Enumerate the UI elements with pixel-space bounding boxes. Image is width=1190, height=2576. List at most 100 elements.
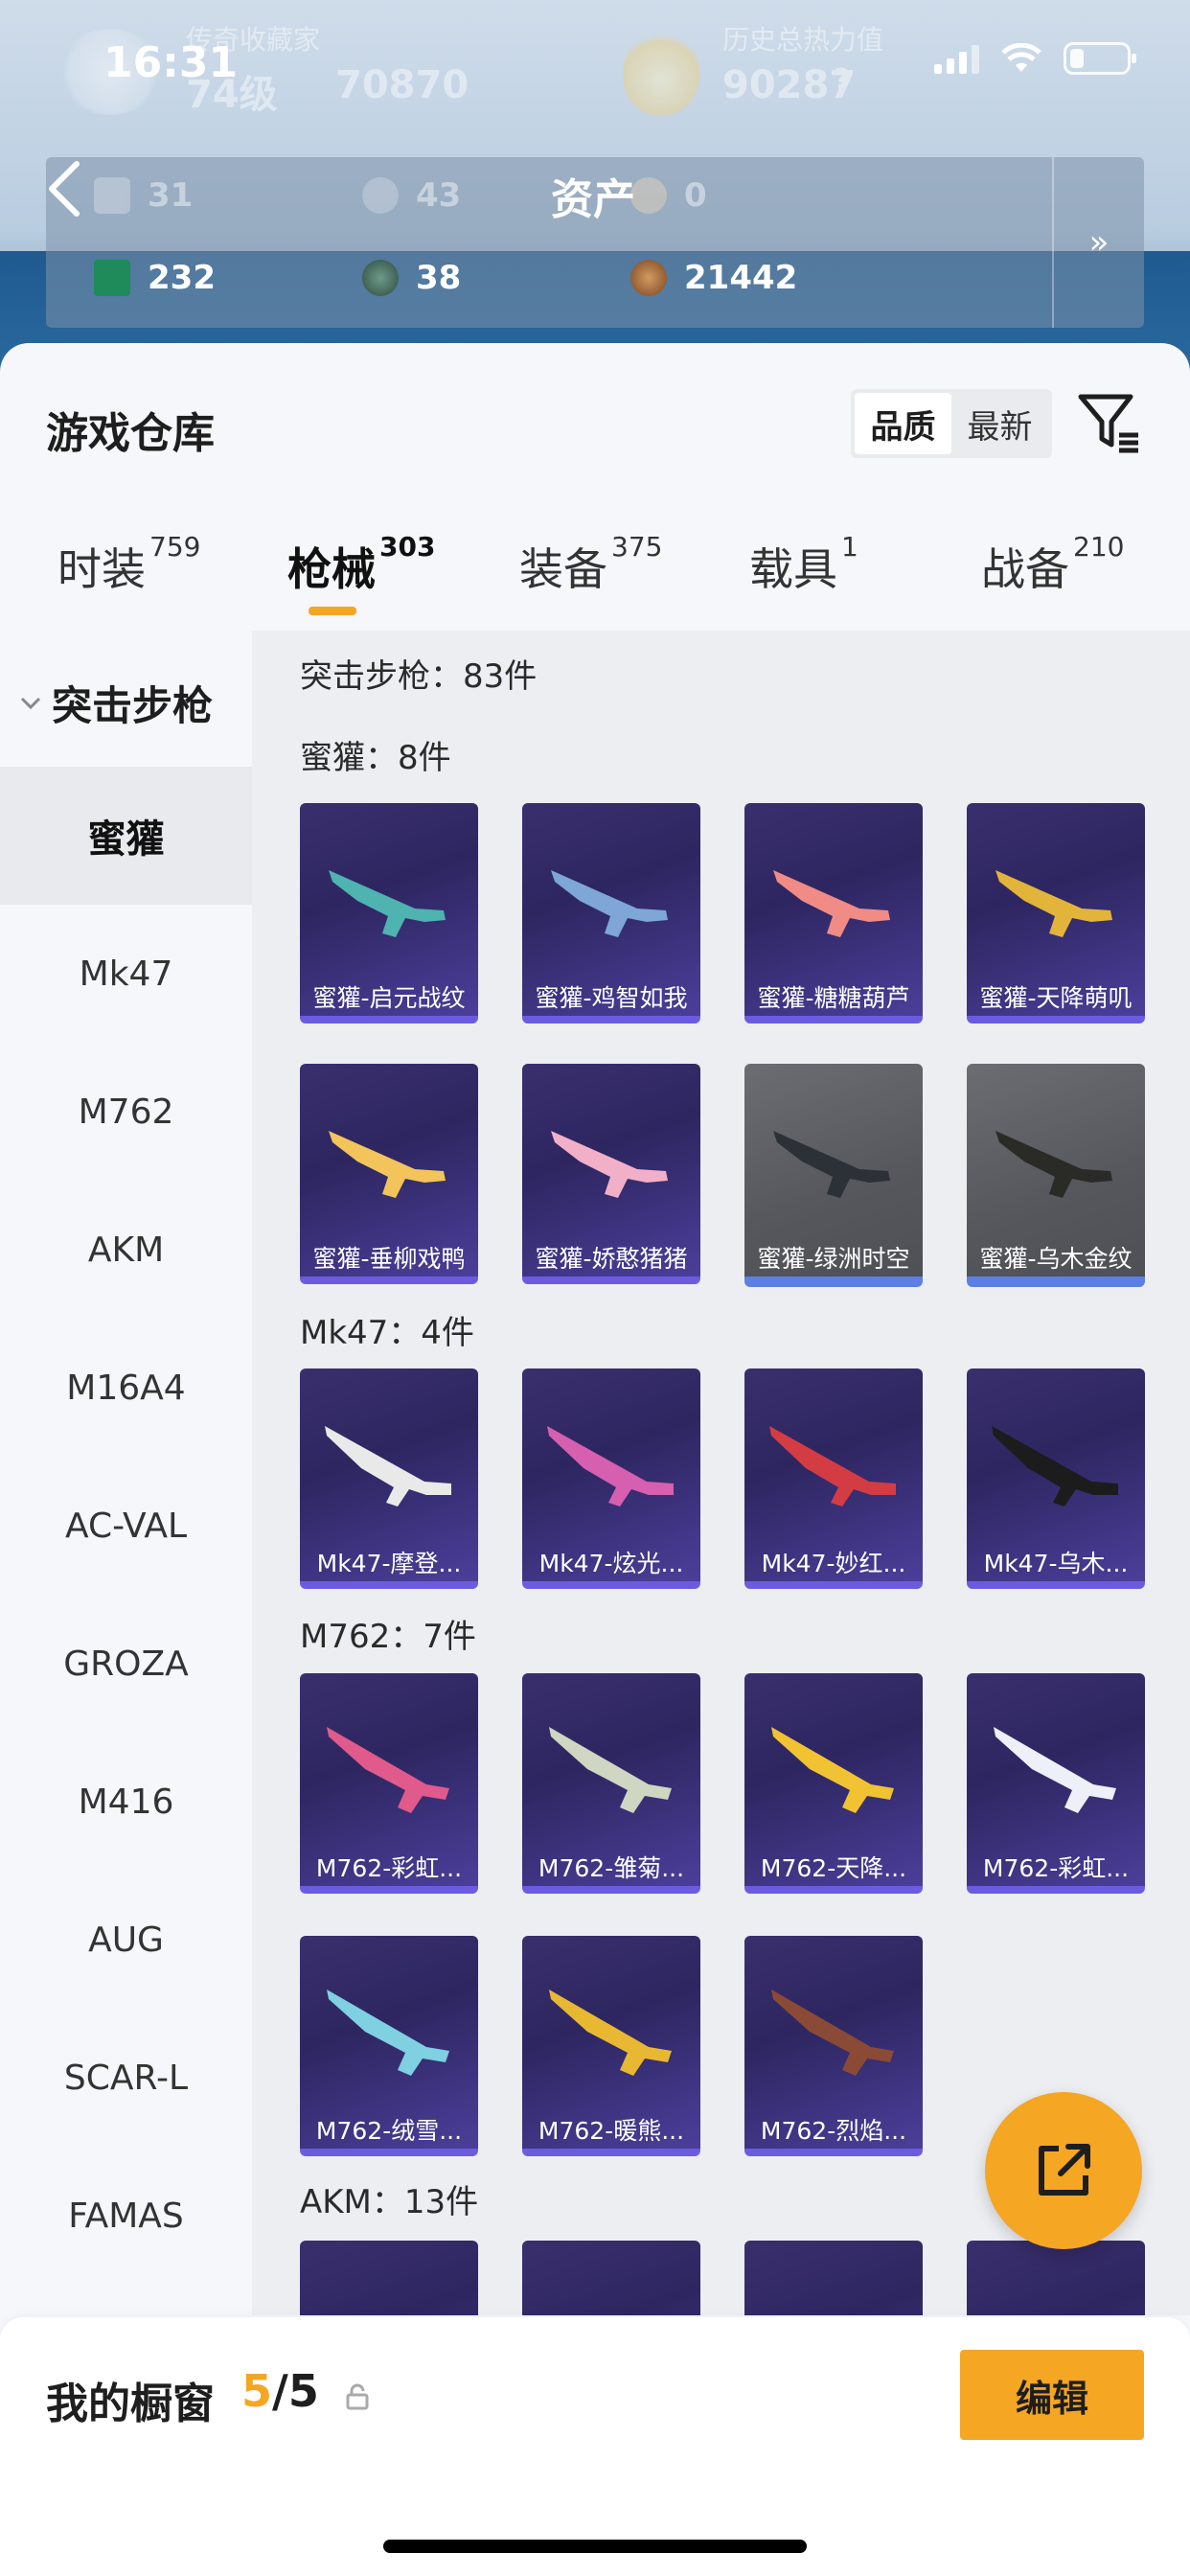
- rifle-icon: [549, 1727, 672, 1813]
- showcase-label: 我的橱窗: [46, 2380, 215, 2428]
- section-title: Mk47：4件: [300, 1314, 474, 1352]
- rifle-icon: [549, 1990, 672, 2076]
- section-title: 蜜獾：8件: [300, 739, 451, 777]
- rifle-icon: [327, 1990, 449, 2076]
- status-icons: [934, 42, 1136, 75]
- weapon-card[interactable]: M762-天降...: [744, 1673, 923, 1892]
- lock-icon: [346, 2383, 369, 2410]
- battery-icon: [1064, 42, 1136, 75]
- flame-icon: [623, 29, 699, 115]
- weapon-card[interactable]: M762-绒雪...: [300, 1936, 478, 2154]
- help-icon[interactable]: ?: [834, 63, 850, 97]
- weapon-card[interactable]: [744, 2241, 923, 2315]
- sidebar-item-scar-l[interactable]: SCAR-L: [0, 2009, 252, 2147]
- sidebar-item-aug[interactable]: AUG: [0, 1871, 252, 2009]
- category-summary: 突击步枪：83件: [300, 657, 538, 696]
- weapon-card[interactable]: 蜜獾-乌木金纹: [967, 1064, 1145, 1282]
- weapon-card[interactable]: Mk47-妙红...: [744, 1368, 923, 1587]
- filter-icon[interactable]: [1075, 389, 1142, 456]
- rifle-icon: [329, 1131, 446, 1198]
- active-tab-indicator: [309, 607, 356, 615]
- weapon-sidebar: 突击步枪 蜜獾 Mk47 M762 AKM M16A4 AC-VAL GROZA…: [0, 631, 252, 2576]
- weapon-card[interactable]: 蜜獾-垂柳戏鸭: [300, 1064, 478, 1282]
- sort-newest-button[interactable]: 最新: [951, 393, 1048, 454]
- assets-title: 资产: [551, 175, 635, 224]
- medal-icon: [630, 177, 667, 214]
- rifle-icon: [551, 1131, 668, 1198]
- tab-weapons[interactable]: 枪械 303: [287, 531, 435, 598]
- chevron-down-icon: [20, 697, 41, 709]
- rifle-icon: [771, 1990, 894, 2076]
- collector-points: 70870: [335, 63, 469, 107]
- asset-item: 21442: [630, 259, 899, 297]
- asset-item: 0: [630, 176, 899, 215]
- share-button[interactable]: [985, 2092, 1142, 2249]
- weapon-card[interactable]: 蜜獾-启元战纹: [300, 803, 478, 1022]
- assets-row-faded: 31 43 0: [94, 176, 899, 215]
- bronze-coin-icon: [630, 260, 667, 296]
- section-title: M762：7件: [300, 1618, 476, 1656]
- sidebar-category[interactable]: 突击步枪: [19, 674, 213, 732]
- share-icon: [1039, 2144, 1090, 2196]
- sidebar-item-akm[interactable]: AKM: [0, 1181, 252, 1319]
- green-card-icon: [94, 260, 130, 296]
- weapon-card[interactable]: 蜜獾-鸡智如我: [522, 803, 700, 1022]
- rifle-icon: [995, 870, 1112, 937]
- weapon-card[interactable]: M762-烈焰...: [744, 1936, 923, 2154]
- history-power-label: 历史总热力值: [722, 24, 884, 56]
- rifle-icon: [771, 1727, 894, 1813]
- weapon-card[interactable]: 蜜獾-绿洲时空: [744, 1064, 923, 1282]
- weapon-card[interactable]: M762-彩虹...: [300, 1673, 478, 1892]
- asset-item: 38: [362, 259, 630, 297]
- rifle-icon: [994, 1727, 1116, 1813]
- sidebar-item-groza[interactable]: GROZA: [0, 1595, 252, 1733]
- weapon-card[interactable]: M762-暖熊...: [522, 1936, 700, 2154]
- weapon-card[interactable]: [967, 2241, 1145, 2315]
- sidebar-item-m416[interactable]: M416: [0, 1733, 252, 1871]
- sort-toggle: 品质 最新: [851, 389, 1052, 458]
- weapon-card[interactable]: [522, 2241, 700, 2315]
- sort-quality-button[interactable]: 品质: [855, 393, 951, 454]
- rifle-icon: [995, 1131, 1112, 1198]
- tab-fashion[interactable]: 时装 759: [57, 531, 200, 598]
- sidebar-item-mk47[interactable]: Mk47: [0, 905, 252, 1043]
- warehouse-sheet: 游戏仓库 品质 最新 时装 759 枪械 303 装备 375 载具 1 战备 210 突…: [0, 343, 1190, 2576]
- rifle-icon: [329, 870, 446, 937]
- rifle-icon: [327, 1727, 449, 1813]
- weapon-card[interactable]: 蜜獾-糖糖葫芦: [744, 803, 923, 1022]
- asset-item: 232: [94, 259, 362, 297]
- card-icon: [94, 177, 130, 214]
- weapon-card[interactable]: Mk47-乌木...: [967, 1368, 1145, 1587]
- sidebar-item-m762[interactable]: M762: [0, 1043, 252, 1181]
- weapon-card[interactable]: M762-雏菊...: [522, 1673, 700, 1892]
- rifle-icon: [773, 1131, 890, 1198]
- category-tabs: 时装 759 枪械 303 装备 375 载具 1 战备 210: [0, 531, 1190, 631]
- sidebar-item-ac-val[interactable]: AC-VAL: [0, 1457, 252, 1595]
- edit-showcase-button[interactable]: 编辑: [960, 2350, 1144, 2440]
- tab-vehicles[interactable]: 载具 1: [749, 531, 858, 598]
- section-title: AKM：13件: [300, 2183, 479, 2221]
- wifi-icon: [1001, 43, 1041, 72]
- rifle-icon: [992, 1426, 1118, 1506]
- weapon-card[interactable]: Mk47-摩登...: [300, 1368, 478, 1587]
- coin-icon: [362, 177, 399, 214]
- sidebar-item-honey-badger[interactable]: 蜜獾: [0, 767, 252, 905]
- sidebar-item-famas[interactable]: FAMAS: [0, 2147, 252, 2285]
- sidebar-item-m16a4[interactable]: M16A4: [0, 1319, 252, 1457]
- assets-row: 232 38 21442: [94, 259, 899, 297]
- weapon-card[interactable]: 蜜獾-天降萌叽: [967, 803, 1145, 1022]
- status-time: 16:31: [103, 38, 239, 87]
- back-arrow-icon[interactable]: [42, 158, 84, 219]
- rifle-icon: [547, 1426, 674, 1506]
- weapon-card[interactable]: M762-彩虹...: [967, 1673, 1145, 1892]
- warehouse-title: 游戏仓库: [46, 409, 215, 458]
- showcase-count: 5/5: [241, 2365, 319, 2417]
- weapon-card[interactable]: [300, 2241, 478, 2315]
- assets-more-button[interactable]: »: [1052, 157, 1144, 328]
- weapon-card[interactable]: 蜜獾-娇憨猪猪: [522, 1064, 700, 1282]
- tab-supplies[interactable]: 战备 210: [981, 531, 1124, 598]
- home-indicator: [383, 2540, 807, 2553]
- tab-equipment[interactable]: 装备 375: [519, 531, 662, 598]
- rifle-icon: [551, 870, 668, 937]
- weapon-card[interactable]: Mk47-炫光...: [522, 1368, 700, 1587]
